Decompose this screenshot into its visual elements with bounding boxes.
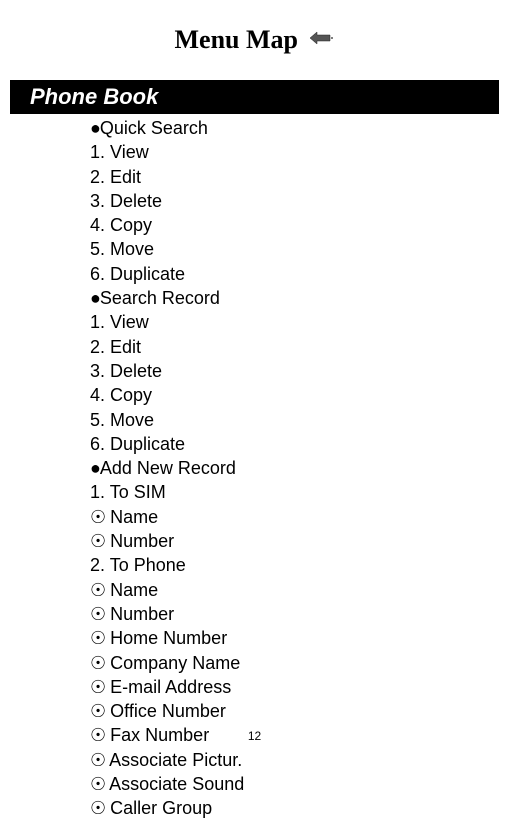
menu-item: ●Search Record [90,286,499,310]
circle-dot-icon: ☉ [90,677,105,697]
filled-bullet-icon: ● [90,288,100,308]
filled-bullet-icon: ● [90,458,100,478]
section-header-phonebook: Phone Book [10,80,499,114]
menu-item: 1. View [90,310,499,334]
menu-item-label: Number [110,604,174,624]
menu-item: 2. To Phone [90,553,499,577]
menu-item-label: Company Name [110,653,240,673]
circle-dot-icon: ☉ [90,604,105,624]
circle-dot-icon: ☉ [90,653,105,673]
menu-item-label: 1. View [90,312,149,332]
circle-dot-icon: ☉ [90,750,105,770]
circle-dot-icon: ☉ [90,628,105,648]
circle-dot-icon: ☉ [90,774,105,794]
menu-item-label: Quick Search [100,118,208,138]
menu-item: ☉ Associate Pictur. [90,748,499,772]
circle-dot-icon: ☉ [90,798,105,818]
menu-item-label: 2. Edit [90,167,141,187]
menu-item-label: 6. Duplicate [90,264,185,284]
menu-item-label: Name [110,507,158,527]
menu-item-label: 3. Delete [90,361,162,381]
menu-item: ●Add New Record [90,456,499,480]
menu-item-label: Number [110,531,174,551]
page-title: Menu Map [175,25,299,55]
menu-item-label: Associate Pictur. [109,750,242,770]
menu-item-label: 3. Delete [90,191,162,211]
menu-item: ☉ Number [90,602,499,626]
circle-dot-icon: ☉ [90,701,105,721]
menu-item: 2. Edit [90,335,499,359]
menu-item: ☉ Caller Group [90,796,499,820]
menu-item-label: 1. View [90,142,149,162]
menu-item: 1. View [90,140,499,164]
menu-item-label: 4. Copy [90,215,152,235]
menu-item-label: 5. Move [90,410,154,430]
circle-dot-icon: ☉ [90,507,105,527]
menu-item: ●Quick Search [90,116,499,140]
menu-item: ☉ Number [90,529,499,553]
menu-item: 3. Delete [90,359,499,383]
menu-item-label: Office Number [110,701,226,721]
menu-list: ●Quick Search1. View2. Edit3. Delete4. C… [10,116,499,821]
menu-item-label: Caller Group [110,798,212,818]
menu-item: ☉ Home Number [90,626,499,650]
menu-item-label: 4. Copy [90,385,152,405]
menu-item-label: 1. To SIM [90,482,166,502]
menu-item-label: 5. Move [90,239,154,259]
menu-item-label: Home Number [110,628,227,648]
circle-dot-icon: ☉ [90,580,105,600]
filled-bullet-icon: ● [90,118,100,138]
menu-item-label: 2. Edit [90,337,141,357]
menu-item-label: Associate Sound [109,774,244,794]
menu-item-label: Name [110,580,158,600]
menu-item-label: Search Record [100,288,220,308]
menu-item: 5. Move [90,237,499,261]
menu-item-label: 6. Duplicate [90,434,185,454]
circle-dot-icon: ☉ [90,531,105,551]
menu-item: 4. Copy [90,213,499,237]
menu-item-label: E-mail Address [110,677,231,697]
page-number: 12 [0,729,509,743]
menu-item: 3. Delete [90,189,499,213]
menu-item: 6. Duplicate [90,432,499,456]
menu-item: 2. Edit [90,165,499,189]
menu-item: 6. Duplicate [90,262,499,286]
menu-item: 5. Move [90,408,499,432]
menu-item-label: Add New Record [100,458,236,478]
menu-item: ☉ Name [90,578,499,602]
menu-item-label: 2. To Phone [90,555,186,575]
menu-item: ☉ Company Name [90,651,499,675]
menu-item: 1. To SIM [90,480,499,504]
menu-item: 4. Copy [90,383,499,407]
menu-item: ☉ Associate Sound [90,772,499,796]
menu-item: ☉ Name [90,505,499,529]
back-arrow-icon [310,29,334,52]
menu-item: ☉ E-mail Address [90,675,499,699]
title-row: Menu Map [10,25,499,55]
menu-item: ☉ Office Number [90,699,499,723]
